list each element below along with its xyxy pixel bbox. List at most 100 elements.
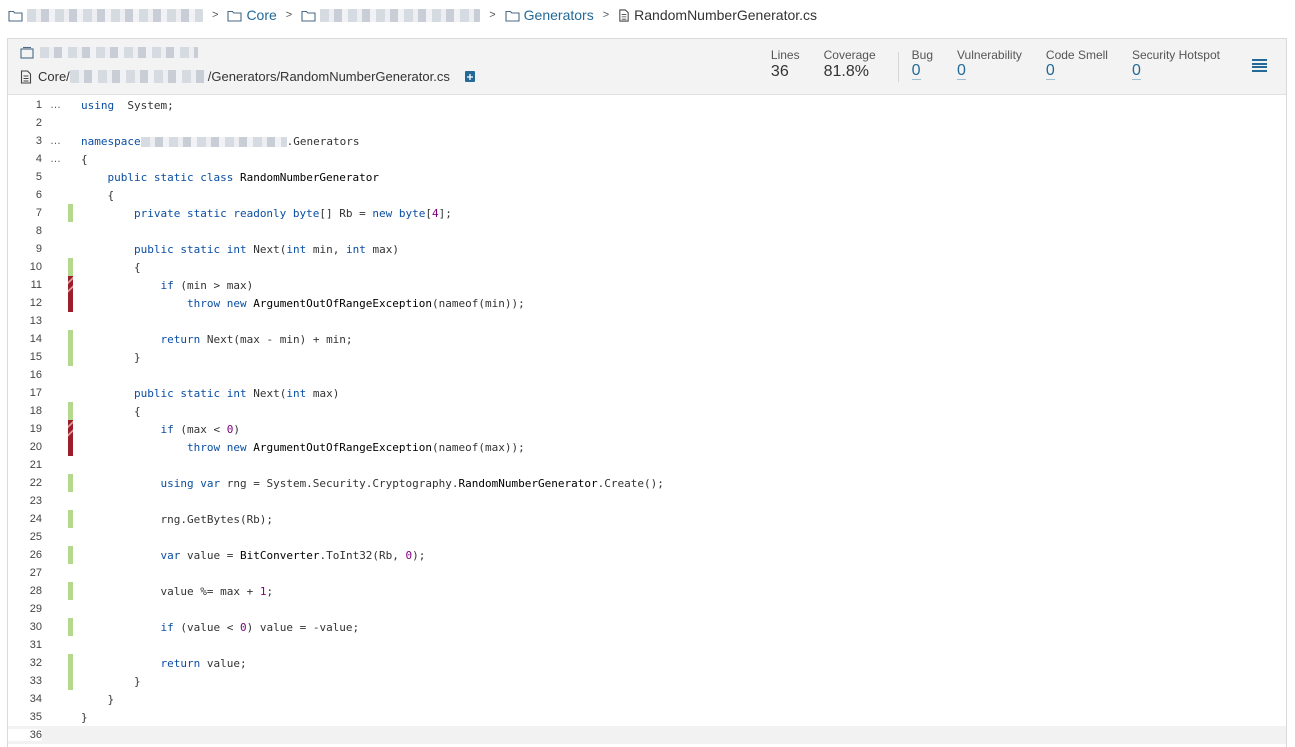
- line-number[interactable]: 14: [8, 333, 42, 345]
- coverage-marker-covered[interactable]: [68, 402, 73, 420]
- measure-bug: Bug 0: [909, 48, 945, 88]
- line-number[interactable]: 19: [8, 423, 42, 435]
- coverage-marker-covered[interactable]: [68, 546, 73, 564]
- line-number[interactable]: 11: [8, 279, 42, 291]
- code-smell-count-link[interactable]: 0: [1045, 63, 1055, 80]
- coverage-marker-covered[interactable]: [68, 654, 73, 672]
- line-number[interactable]: 36: [8, 729, 42, 741]
- line-number[interactable]: 22: [8, 477, 42, 489]
- line-number[interactable]: 10: [8, 261, 42, 273]
- line-number[interactable]: 31: [8, 639, 42, 651]
- vulnerability-count-link[interactable]: 0: [957, 63, 966, 80]
- coverage-marker-partial[interactable]: [68, 420, 73, 438]
- file-icon: [20, 69, 32, 84]
- code-line: 15 }: [8, 348, 1286, 366]
- source-code: }: [81, 675, 141, 688]
- line-number[interactable]: 17: [8, 387, 42, 399]
- code-token: Next(max - min) + min;: [200, 332, 353, 346]
- scm-info-icon[interactable]: …: [42, 99, 68, 111]
- breadcrumb-item-core[interactable]: Core: [227, 7, 277, 23]
- coverage-marker-covered[interactable]: [68, 330, 73, 348]
- keyword-token: public static class: [107, 170, 234, 184]
- line-number[interactable]: 9: [8, 243, 42, 255]
- breadcrumb-item-generators[interactable]: Generators: [505, 7, 594, 23]
- line-number[interactable]: 29: [8, 603, 42, 615]
- source-code: }: [81, 351, 141, 364]
- line-number[interactable]: 12: [8, 297, 42, 309]
- line-number[interactable]: 25: [8, 531, 42, 543]
- code-line: 11 if (min > max): [8, 276, 1286, 294]
- breadcrumb-item-directory[interactable]: [301, 8, 481, 22]
- line-number[interactable]: 18: [8, 405, 42, 417]
- line-number[interactable]: 3: [8, 135, 42, 147]
- code-token: [] Rb =: [319, 206, 373, 220]
- line-number[interactable]: 24: [8, 513, 42, 525]
- coverage-marker-covered[interactable]: [68, 204, 73, 222]
- keyword-token: public static int: [133, 386, 247, 400]
- code-line: 36: [8, 726, 1286, 744]
- source-code: rng.GetBytes(Rb);: [81, 513, 273, 526]
- coverage-marker-none: [68, 528, 73, 546]
- source-code: return Next(max - min) + min;: [81, 332, 353, 346]
- measure-lines: Lines 36: [759, 48, 812, 88]
- scm-info-icon[interactable]: …: [42, 153, 68, 165]
- line-number[interactable]: 2: [8, 117, 42, 129]
- keyword-token: int: [345, 242, 366, 256]
- line-number[interactable]: 35: [8, 711, 42, 723]
- line-number[interactable]: 4: [8, 153, 42, 165]
- code-line: 17 public static int Next(int max): [8, 384, 1286, 402]
- line-number[interactable]: 32: [8, 657, 42, 669]
- keyword-token: throw new: [186, 296, 247, 310]
- code-token: rng.GetBytes(Rb);: [81, 512, 274, 526]
- line-number[interactable]: 23: [8, 495, 42, 507]
- line-number[interactable]: 21: [8, 459, 42, 471]
- line-number[interactable]: 16: [8, 369, 42, 381]
- code-line: 27: [8, 564, 1286, 582]
- source-code: throw new ArgumentOutOfRangeException(na…: [81, 297, 525, 310]
- coverage-marker-uncovered[interactable]: [68, 294, 73, 312]
- line-number[interactable]: 27: [8, 567, 42, 579]
- copy-path-icon[interactable]: [464, 70, 476, 83]
- coverage-marker-covered[interactable]: [68, 582, 73, 600]
- measure-label: Security Hotspot: [1131, 48, 1220, 62]
- line-number[interactable]: 34: [8, 693, 42, 705]
- coverage-marker-none: [68, 114, 73, 132]
- coverage-marker-covered[interactable]: [68, 510, 73, 528]
- coverage-marker-covered[interactable]: [68, 258, 73, 276]
- line-number[interactable]: 20: [8, 441, 42, 453]
- source-code: value %= max + 1;: [81, 585, 273, 598]
- actions-menu-icon[interactable]: [1252, 59, 1267, 72]
- line-number[interactable]: 13: [8, 315, 42, 327]
- code-line: 7 private static readonly byte[] Rb = ne…: [8, 204, 1286, 222]
- coverage-marker-covered[interactable]: [68, 348, 73, 366]
- coverage-marker-none: [68, 312, 73, 330]
- line-number[interactable]: 28: [8, 585, 42, 597]
- coverage-marker-partial[interactable]: [68, 276, 73, 294]
- blurred-project-name[interactable]: [40, 47, 198, 58]
- line-number[interactable]: 6: [8, 189, 42, 201]
- line-number[interactable]: 5: [8, 171, 42, 183]
- keyword-token: private static readonly byte: [133, 206, 320, 220]
- source-code: }: [81, 711, 88, 724]
- code-line: 35}: [8, 708, 1286, 726]
- bug-count-link[interactable]: 0: [911, 63, 921, 80]
- line-number[interactable]: 30: [8, 621, 42, 633]
- line-number[interactable]: 7: [8, 207, 42, 219]
- line-number[interactable]: 26: [8, 549, 42, 561]
- code-token: }: [81, 710, 88, 724]
- coverage-marker-covered[interactable]: [68, 672, 73, 690]
- security-hotspot-count-link[interactable]: 0: [1131, 63, 1141, 80]
- breadcrumb-item-project[interactable]: [8, 8, 203, 22]
- line-number[interactable]: 8: [8, 225, 42, 237]
- line-number[interactable]: 1: [8, 99, 42, 111]
- coverage-marker-covered[interactable]: [68, 474, 73, 492]
- line-number[interactable]: 15: [8, 351, 42, 363]
- coverage-marker-uncovered[interactable]: [68, 438, 73, 456]
- line-number[interactable]: 33: [8, 675, 42, 687]
- scm-info-icon[interactable]: …: [42, 135, 68, 147]
- coverage-marker-covered[interactable]: [68, 618, 73, 636]
- coverage-marker-none: [68, 168, 73, 186]
- code-line: 32 return value;: [8, 654, 1286, 672]
